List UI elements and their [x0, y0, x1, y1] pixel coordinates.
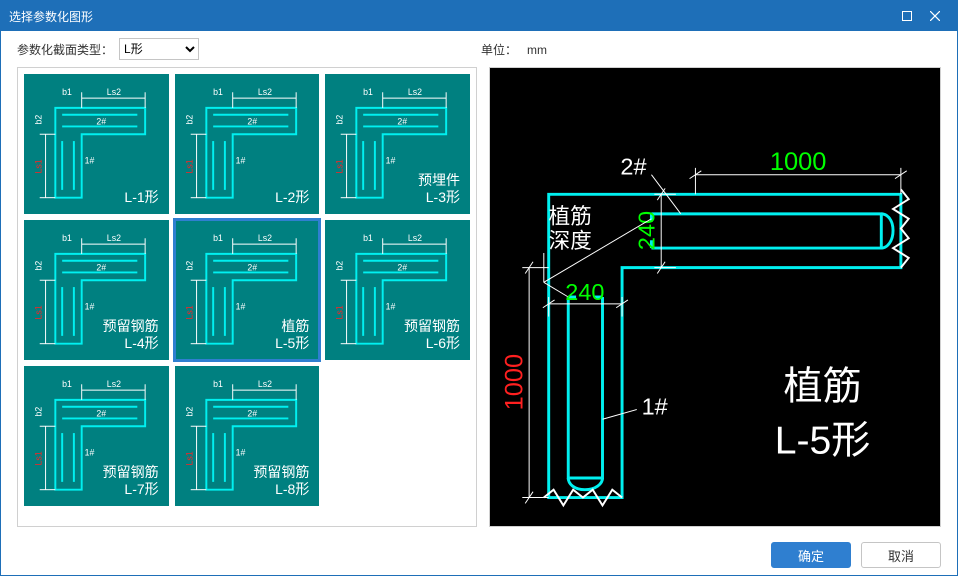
svg-text:Ls2: Ls2 — [257, 379, 271, 389]
thumb-caption: 预留钢筋L-8形 — [253, 464, 309, 498]
svg-text:Ls2: Ls2 — [257, 87, 271, 97]
section-type-label: 参数化截面类型： — [17, 41, 113, 58]
shape-gallery: Ls2 b1 Ls1 b2 1# 2# L-1形 Ls2 b1 Ls1 b2 1# 2# L-2形 Ls2 b… — [17, 67, 477, 527]
preview-drawing: 1000 2# 240 植筋 深度 — [490, 68, 940, 526]
svg-text:Ls1: Ls1 — [34, 451, 44, 465]
svg-text:1#: 1# — [85, 448, 95, 458]
thumb-caption: L-1形 — [124, 189, 158, 206]
preview-title-l1: 植筋 — [783, 366, 861, 409]
svg-text:2#: 2# — [96, 262, 106, 272]
svg-text:Ls1: Ls1 — [184, 305, 194, 319]
svg-text:1#: 1# — [386, 302, 396, 312]
svg-text:b2: b2 — [34, 261, 44, 271]
svg-text:b1: b1 — [213, 233, 223, 243]
shape-thumb-5[interactable]: Ls2 b1 Ls1 b2 1# 2# 植筋L-5形 — [175, 220, 320, 360]
svg-text:b2: b2 — [34, 407, 44, 417]
svg-text:Ls1: Ls1 — [184, 451, 194, 465]
svg-text:Ls1: Ls1 — [34, 305, 44, 319]
close-icon — [930, 11, 940, 21]
svg-text:b1: b1 — [363, 233, 373, 243]
preview-panel: 1000 2# 240 植筋 深度 — [489, 67, 941, 527]
shape-thumb-8[interactable]: Ls2 b1 Ls1 b2 1# 2# 预留钢筋L-8形 — [175, 366, 320, 506]
svg-text:2#: 2# — [398, 262, 408, 272]
toolbar: 参数化截面类型： L形 单位： mm — [1, 31, 957, 67]
section-type-select[interactable]: L形 — [119, 38, 199, 60]
bar1-label: 1# — [642, 393, 668, 419]
svg-text:b1: b1 — [363, 87, 373, 97]
shape-thumb-7[interactable]: Ls2 b1 Ls1 b2 1# 2# 预留钢筋L-7形 — [24, 366, 169, 506]
svg-text:b2: b2 — [184, 115, 194, 125]
svg-text:Ls1: Ls1 — [335, 305, 345, 319]
plant-depth-l2: 深度 — [549, 229, 592, 253]
close-button[interactable] — [921, 6, 949, 26]
thumb-caption: 植筋L-5形 — [275, 318, 309, 352]
window-title: 选择参数化图形 — [9, 8, 893, 25]
svg-text:2#: 2# — [96, 408, 106, 418]
svg-text:1#: 1# — [235, 302, 245, 312]
svg-text:2#: 2# — [398, 116, 408, 126]
svg-text:2#: 2# — [247, 408, 257, 418]
dim-b1: 240 — [565, 279, 604, 305]
svg-text:Ls2: Ls2 — [107, 379, 121, 389]
unit-value: mm — [527, 43, 547, 57]
svg-text:b1: b1 — [213, 87, 223, 97]
thumb-caption: 预留钢筋L-7形 — [103, 464, 159, 498]
svg-text:b1: b1 — [62, 233, 72, 243]
svg-text:1#: 1# — [235, 156, 245, 166]
dim-left: 1000 — [500, 354, 528, 411]
svg-text:b2: b2 — [335, 115, 345, 125]
svg-text:2#: 2# — [247, 262, 257, 272]
svg-text:Ls1: Ls1 — [184, 159, 194, 173]
svg-text:Ls2: Ls2 — [408, 233, 422, 243]
shape-thumb-1[interactable]: Ls2 b1 Ls1 b2 1# 2# L-1形 — [24, 74, 169, 214]
bar2-label: 2# — [620, 154, 646, 180]
cancel-button[interactable]: 取消 — [861, 542, 941, 568]
dialog-footer: 确定 取消 — [1, 535, 957, 575]
dim-b2: 240 — [633, 211, 659, 250]
thumb-caption: 预埋件L-3形 — [418, 172, 460, 206]
unit-label: 单位： — [481, 43, 517, 57]
svg-text:1#: 1# — [386, 156, 396, 166]
ok-button[interactable]: 确定 — [771, 542, 851, 568]
maximize-icon — [902, 11, 912, 21]
svg-text:Ls2: Ls2 — [408, 87, 422, 97]
svg-text:Ls1: Ls1 — [34, 159, 44, 173]
svg-text:b1: b1 — [62, 379, 72, 389]
titlebar: 选择参数化图形 — [1, 1, 957, 31]
thumb-caption: 预留钢筋L-6形 — [404, 318, 460, 352]
thumb-caption: L-2形 — [275, 189, 309, 206]
shape-thumb-6[interactable]: Ls2 b1 Ls1 b2 1# 2# 预留钢筋L-6形 — [325, 220, 470, 360]
content-area: Ls2 b1 Ls1 b2 1# 2# L-1形 Ls2 b1 Ls1 b2 1# 2# L-2形 Ls2 b… — [1, 67, 957, 535]
unit-readout: 单位： mm — [481, 41, 941, 58]
dialog-window: 选择参数化图形 参数化截面类型： L形 单位： mm Ls2 b1 Ls1 b2 1# 2… — [0, 0, 958, 576]
preview-title-l2: L-5形 — [775, 420, 871, 463]
shape-thumb-3[interactable]: Ls2 b1 Ls1 b2 1# 2# 预埋件L-3形 — [325, 74, 470, 214]
svg-text:2#: 2# — [247, 116, 257, 126]
svg-text:b2: b2 — [184, 261, 194, 271]
svg-text:1#: 1# — [235, 448, 245, 458]
svg-text:b1: b1 — [62, 87, 72, 97]
svg-text:b1: b1 — [213, 379, 223, 389]
maximize-button[interactable] — [893, 6, 921, 26]
dim-top: 1000 — [770, 148, 827, 176]
svg-text:Ls2: Ls2 — [107, 233, 121, 243]
shape-thumb-4[interactable]: Ls2 b1 Ls1 b2 1# 2# 预留钢筋L-4形 — [24, 220, 169, 360]
svg-text:Ls2: Ls2 — [257, 233, 271, 243]
svg-text:1#: 1# — [85, 156, 95, 166]
svg-text:b2: b2 — [184, 407, 194, 417]
thumb-caption: 预留钢筋L-4形 — [103, 318, 159, 352]
plant-depth-l1: 植筋 — [549, 205, 592, 229]
svg-text:2#: 2# — [96, 116, 106, 126]
svg-text:b2: b2 — [34, 115, 44, 125]
svg-text:b2: b2 — [335, 261, 345, 271]
svg-text:Ls2: Ls2 — [107, 87, 121, 97]
svg-text:1#: 1# — [85, 302, 95, 312]
shape-thumb-2[interactable]: Ls2 b1 Ls1 b2 1# 2# L-2形 — [175, 74, 320, 214]
svg-text:Ls1: Ls1 — [335, 159, 345, 173]
